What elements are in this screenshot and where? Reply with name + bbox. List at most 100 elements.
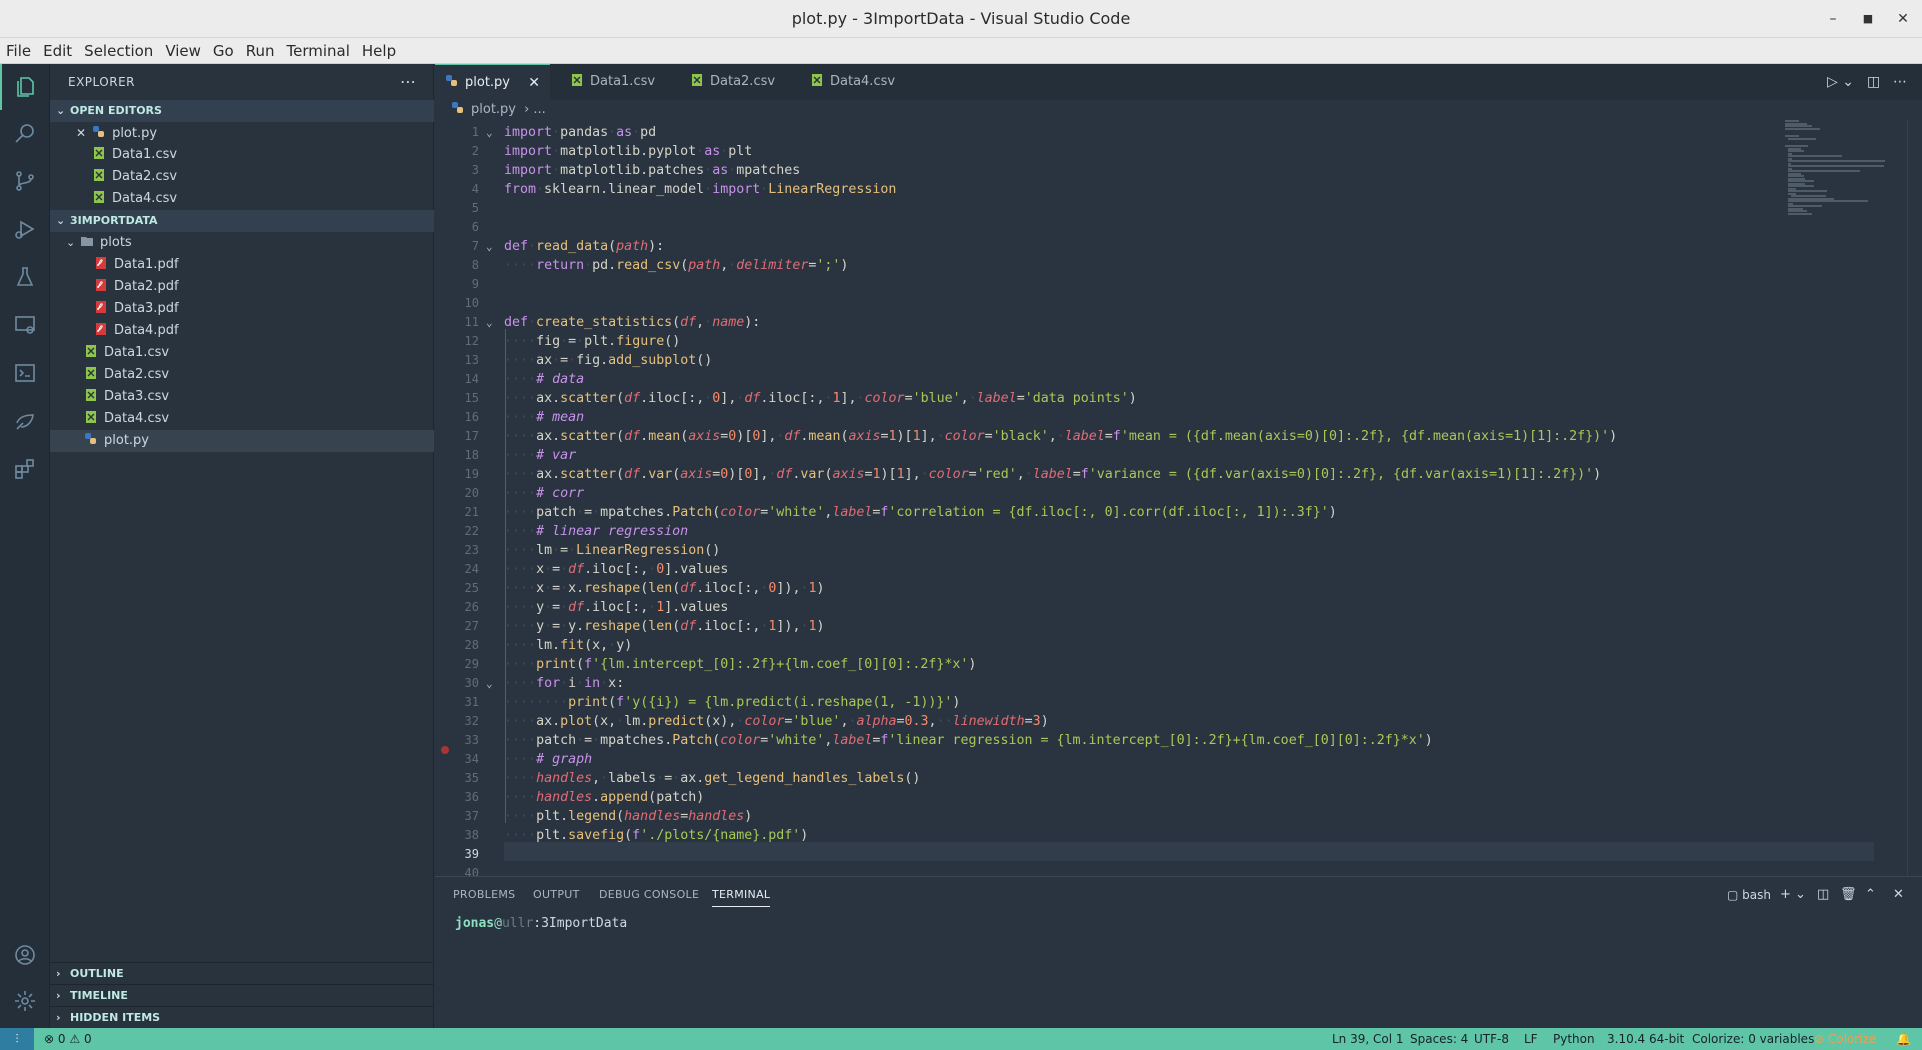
close-icon[interactable]: ✕ [528, 65, 540, 101]
open-editor-item[interactable]: ✕ plot.py [50, 122, 434, 144]
indentation[interactable]: Spaces: 4 [1410, 1028, 1468, 1050]
run-python-icon[interactable]: ▷ ⌄ [1827, 64, 1854, 100]
tab-data2-csv[interactable]: Data2.csv [680, 64, 795, 100]
outline-section[interactable]: › OUTLINE [50, 962, 434, 984]
trash-icon[interactable]: 🗑 [1840, 877, 1857, 913]
tab-terminal[interactable]: TERMINAL [712, 877, 771, 913]
menu-help[interactable]: Help [362, 42, 396, 60]
editor-scrollbar[interactable] [1907, 120, 1921, 876]
tab-output[interactable]: OUTPUT [533, 877, 580, 913]
code-line: ····plt.savefig(f'./plots/{name}.pdf') [504, 828, 809, 843]
code-editor[interactable]: 1 ⌄ import·pandas·as·pd 2 import·matplotlib.… [435, 120, 1922, 876]
hidden-items-section[interactable]: › HIDDEN ITEMS [50, 1006, 434, 1028]
warning-icon: ⚠ [69, 1032, 81, 1046]
line-number: 9 [471, 277, 479, 291]
code-line: ····ax.scatter(df.mean(axis=0)[0],·df.me… [504, 429, 1618, 444]
breadcrumb-symbol[interactable]: ... [533, 102, 545, 117]
settings-gear-icon[interactable] [0, 978, 50, 1024]
more-actions-icon[interactable]: ⋯ [1893, 64, 1907, 100]
terminal-prompt[interactable]: jonas@ullr:3ImportData [455, 913, 627, 935]
chevron-down-icon: ⌄ [56, 214, 66, 227]
file-item-selected[interactable]: plot.py [50, 430, 434, 452]
tab-debug-console[interactable]: DEBUG CONSOLE [599, 877, 699, 913]
problems-indicator[interactable]: ⊗ 0 ⚠ 0 [44, 1028, 92, 1050]
colorize-status[interactable]: Colorize: 0 variables [1692, 1028, 1814, 1050]
new-terminal-icon[interactable]: + ⌄ [1780, 877, 1806, 913]
code-line: ····y·=·df.iloc[:,·1].values [504, 600, 729, 615]
prompt-separator: : [533, 916, 542, 931]
source-control-icon[interactable] [0, 158, 50, 204]
terminal-shell-selector[interactable]: ▢ bash [1727, 877, 1771, 913]
testing-icon[interactable] [0, 254, 50, 300]
code-line: ····x·=·x.reshape(len(df.iloc[:,·0]),·1) [504, 581, 825, 596]
line-number: 15 [464, 391, 479, 405]
notifications-bell-icon[interactable]: 🔔 [1896, 1028, 1911, 1050]
remote-explorer-icon[interactable] [0, 302, 50, 348]
fold-chevron-icon[interactable]: ⌄ [486, 123, 493, 142]
vscode-window: plot.py - 3ImportData - Visual Studio Co… [0, 0, 1922, 1050]
close-window-icon[interactable]: ✕ [1883, 0, 1922, 38]
python-interpreter[interactable]: 3.10.4 64-bit [1607, 1028, 1684, 1050]
more-actions-icon[interactable]: ⋯ [400, 64, 417, 100]
minimap-line [1787, 165, 1884, 167]
language-mode[interactable]: Python [1553, 1028, 1595, 1050]
split-editor-icon[interactable]: ◫ [1867, 64, 1880, 100]
split-terminal-icon[interactable]: ◫ [1817, 877, 1829, 913]
tab-data1-csv[interactable]: Data1.csv [560, 64, 675, 100]
encoding[interactable]: UTF-8 [1474, 1028, 1509, 1050]
csv-file-icon [84, 366, 98, 380]
file-item[interactable]: Data3.pdf [50, 298, 434, 320]
open-editor-item[interactable]: Data1.csv [50, 144, 434, 166]
run-debug-icon[interactable] [0, 206, 50, 252]
git-graph-icon[interactable] [0, 398, 50, 444]
breadcrumb-file[interactable]: plot.py [471, 102, 516, 117]
cursor-position[interactable]: Ln 39, Col 1 [1332, 1028, 1404, 1050]
timeline-section[interactable]: › TIMELINE [50, 984, 434, 1006]
line-number: 37 [464, 809, 479, 823]
extensions-icon[interactable] [0, 446, 50, 492]
explorer-sidebar: EXPLORER ⋯ ⌄ OPEN EDITORS ✕ plot.py Data1.… [50, 64, 434, 1028]
fold-chevron-icon[interactable]: ⌄ [486, 237, 493, 256]
account-icon[interactable] [0, 932, 50, 978]
fold-chevron-icon[interactable]: ⌄ [486, 674, 493, 693]
file-item[interactable]: Data2.csv [50, 364, 434, 386]
menu-file[interactable]: File [6, 42, 31, 60]
close-icon[interactable]: ✕ [76, 126, 86, 140]
python-file-icon [451, 101, 465, 115]
menu-view[interactable]: View [165, 42, 201, 60]
colorize-button[interactable]: ⊘ Colorize [1814, 1028, 1876, 1050]
file-item[interactable]: Data2.pdf [50, 276, 434, 298]
file-item[interactable]: Data1.csv [50, 342, 434, 364]
workspace-section[interactable]: ⌄ 3IMPORTDATA [50, 210, 434, 232]
search-icon[interactable] [0, 110, 50, 156]
close-panel-icon[interactable]: ✕ [1893, 877, 1904, 913]
end-of-line[interactable]: LF [1524, 1028, 1538, 1050]
open-editors-section[interactable]: ⌄ OPEN EDITORS [50, 100, 434, 122]
menu-selection[interactable]: Selection [84, 42, 153, 60]
file-item[interactable]: Data3.csv [50, 386, 434, 408]
minimap[interactable] [1785, 120, 1905, 220]
maximize-panel-icon[interactable]: ⌃ [1865, 877, 1876, 913]
csv-file-icon [570, 66, 584, 86]
fold-chevron-icon[interactable]: ⌄ [486, 313, 493, 332]
chevron-right-icon: › [524, 102, 530, 117]
menu-terminal[interactable]: Terminal [287, 42, 350, 60]
file-item[interactable]: Data4.csv [50, 408, 434, 430]
file-item[interactable]: Data4.pdf [50, 320, 434, 342]
pdf-file-icon [94, 322, 108, 336]
remote-indicator-icon[interactable]: ⫶ [0, 1028, 34, 1050]
menu-run[interactable]: Run [246, 42, 275, 60]
folder-plots[interactable]: ⌄ plots [50, 232, 434, 254]
open-editor-item[interactable]: Data2.csv [50, 166, 434, 188]
tab-plot-py[interactable]: plot.py ✕ [435, 64, 550, 100]
terminal-view-icon[interactable] [0, 350, 50, 396]
file-item[interactable]: Data1.pdf [50, 254, 434, 276]
maximize-icon[interactable]: ■ [1848, 0, 1888, 38]
tab-problems[interactable]: PROBLEMS [453, 877, 515, 913]
menu-edit[interactable]: Edit [43, 42, 72, 60]
open-editor-item[interactable]: Data4.csv [50, 188, 434, 210]
menu-go[interactable]: Go [213, 42, 234, 60]
explorer-icon[interactable] [0, 64, 50, 110]
tab-data4-csv[interactable]: Data4.csv [800, 64, 915, 100]
minimize-icon[interactable]: – [1813, 0, 1853, 38]
